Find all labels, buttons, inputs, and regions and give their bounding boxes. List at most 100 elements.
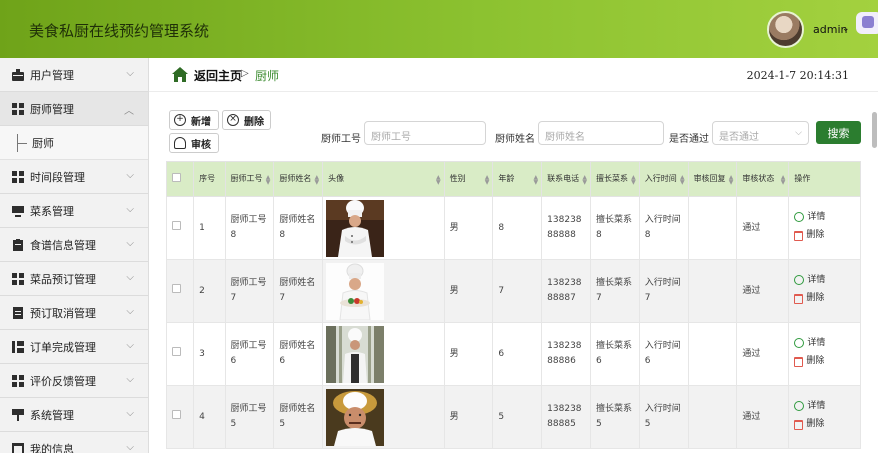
detail-button[interactable]: 详情 bbox=[794, 336, 825, 351]
sidebar-item-chef-management[interactable]: 厨师管理 ︿ bbox=[0, 92, 148, 126]
row-select-cell[interactable] bbox=[165, 322, 195, 386]
chevron-down-icon[interactable]: ⌄ bbox=[842, 24, 850, 34]
cell-start-time: 入行时间5 bbox=[638, 385, 689, 449]
column-header-sortable[interactable]: 擅长菜系 ▲ ▼ bbox=[589, 161, 640, 197]
chevron-down-icon: ⌵ bbox=[126, 340, 134, 351]
table-row[interactable]: 4 厨师工号5 厨师姓名5 男 5 13823888885 擅长菜系5 入行时间5 通过 详情 删除 bbox=[165, 385, 861, 449]
sidebar-item-system-management[interactable]: 系统管理 ⌵ bbox=[0, 398, 148, 432]
chef-name-input[interactable]: 厨师姓名 bbox=[538, 121, 664, 145]
sidebar-item-booking-management[interactable]: 菜品预订管理 ⌵ bbox=[0, 262, 148, 296]
sidebar-item-user-management[interactable]: 用户管理 ⌵ bbox=[0, 58, 148, 92]
row-checkbox[interactable] bbox=[172, 220, 181, 230]
cell-chef-no: 厨师工号6 bbox=[224, 322, 275, 386]
column-header-sortable[interactable]: 性别 ▲ ▼ bbox=[443, 161, 494, 197]
trash-icon bbox=[794, 419, 804, 430]
monitor-icon bbox=[12, 205, 24, 217]
row-select-cell[interactable] bbox=[165, 385, 195, 449]
chef-no-input[interactable]: 厨师工号 bbox=[364, 121, 486, 145]
briefcase-icon bbox=[12, 68, 24, 81]
cell-phone: 13823888885 bbox=[541, 385, 591, 449]
sort-icon[interactable]: ▲ ▼ bbox=[781, 175, 786, 186]
breadcrumb-home-link[interactable]: 返回主页 bbox=[194, 67, 242, 84]
detail-button[interactable]: 详情 bbox=[794, 273, 825, 288]
cell-cuisine: 擅长菜系5 bbox=[589, 385, 640, 449]
cell-phone: 13823888887 bbox=[541, 259, 591, 323]
column-header: 序号 bbox=[193, 161, 226, 197]
column-header-sortable[interactable]: 审核回复 ▲ ▼ bbox=[687, 161, 738, 197]
sort-icon[interactable]: ▲ ▼ bbox=[582, 175, 587, 186]
detail-button[interactable]: 详情 bbox=[794, 399, 825, 414]
row-delete-button[interactable]: 删除 bbox=[794, 354, 824, 369]
row-delete-button[interactable]: 删除 bbox=[794, 228, 824, 243]
review-button[interactable]: 审核 bbox=[169, 133, 219, 153]
chevron-down-icon: ⌵ bbox=[126, 170, 134, 181]
chevron-down-icon: ⌵ bbox=[126, 238, 134, 249]
table-header-row: 序号 厨师工号 ▲ ▼ 厨师姓名 ▲ ▼ 头像 ▲ ▼ 性别 ▲ ▼ 年龄 ▲ ▼ 联系电话 ▲ ▼ 擅… bbox=[165, 161, 861, 197]
cell-actions: 详情 删除 bbox=[788, 196, 861, 260]
table-row[interactable]: 2 厨师工号7 厨师姓名7 男 7 13823888887 擅长菜系7 入行时间7 通过 详情 删除 bbox=[165, 259, 861, 323]
cell-gender: 男 bbox=[443, 196, 494, 260]
sidebar-item-recipe-management[interactable]: 食谱信息管理 ⌵ bbox=[0, 228, 148, 262]
column-header-sortable[interactable]: 年龄 ▲ ▼ bbox=[492, 161, 543, 197]
cell-cuisine: 擅长菜系7 bbox=[589, 259, 640, 323]
detail-button[interactable]: 详情 bbox=[794, 210, 825, 225]
column-header-sortable[interactable]: 入行时间 ▲ ▼ bbox=[638, 161, 689, 197]
sidebar-item-order-completion-management[interactable]: 订单完成管理 ⌵ bbox=[0, 330, 148, 364]
cell-review-status: 通过 bbox=[736, 259, 790, 323]
cell-index: 1 bbox=[193, 196, 226, 260]
chef-avatar bbox=[326, 199, 385, 257]
approved-select[interactable]: 是否通过 ⌵ bbox=[712, 121, 809, 145]
row-select-cell[interactable] bbox=[165, 259, 195, 323]
home-icon[interactable] bbox=[172, 67, 188, 82]
scrollbar[interactable] bbox=[872, 112, 877, 148]
sort-icon[interactable]: ▲ ▼ bbox=[485, 175, 490, 186]
chef-table: 序号 厨师工号 ▲ ▼ 厨师姓名 ▲ ▼ 头像 ▲ ▼ 性别 ▲ ▼ 年龄 ▲ ▼ 联系电话 ▲ ▼ 擅… bbox=[165, 161, 861, 449]
columns-icon bbox=[12, 340, 24, 353]
chevron-down-icon: ⌵ bbox=[126, 408, 134, 419]
search-button[interactable]: 搜索 bbox=[816, 121, 861, 144]
sidebar-item-feedback-management[interactable]: 评价反馈管理 ⌵ bbox=[0, 364, 148, 398]
column-header-sortable[interactable]: 头像 ▲ ▼ bbox=[322, 161, 445, 197]
sidebar-subitem-chef[interactable]: 厨师 bbox=[0, 126, 148, 160]
table-row[interactable]: 3 厨师工号6 厨师姓名6 男 6 13823888886 擅长菜系6 入行时间6 通过 详情 删除 bbox=[165, 322, 861, 386]
sidebar-item-cancellation-management[interactable]: 预订取消管理 ⌵ bbox=[0, 296, 148, 330]
sidebar-item-my-info[interactable]: 我的信息 ⌵ bbox=[0, 432, 148, 453]
cell-phone: 13823888888 bbox=[541, 196, 591, 260]
row-delete-button[interactable]: 删除 bbox=[794, 291, 824, 306]
grid-icon bbox=[12, 272, 24, 285]
cell-review-reply bbox=[687, 259, 738, 323]
cell-age: 6 bbox=[492, 322, 543, 386]
sort-icon[interactable]: ▲ ▼ bbox=[266, 175, 271, 186]
document-icon bbox=[12, 306, 24, 319]
sort-icon[interactable]: ▲ ▼ bbox=[534, 175, 539, 186]
delete-button[interactable]: × 删除 bbox=[222, 110, 271, 130]
sidebar-item-cuisine-management[interactable]: 菜系管理 ⌵ bbox=[0, 194, 148, 228]
row-checkbox[interactable] bbox=[172, 283, 181, 293]
table-row[interactable]: 1 厨师工号8 厨师姓名8 男 8 13823888888 擅长菜系8 入行时间8 通过 详情 删除 bbox=[165, 196, 861, 260]
cell-avatar bbox=[322, 196, 445, 260]
sort-icon[interactable]: ▲ ▼ bbox=[680, 175, 685, 186]
row-checkbox[interactable] bbox=[172, 346, 181, 356]
add-button[interactable]: + 新增 bbox=[169, 110, 219, 130]
sidebar-item-time-slot-management[interactable]: 时间段管理 ⌵ bbox=[0, 160, 148, 194]
theme-icon[interactable] bbox=[856, 12, 878, 34]
cell-chef-no: 厨师工号7 bbox=[224, 259, 275, 323]
cell-review-status: 通过 bbox=[736, 196, 790, 260]
sort-icon[interactable]: ▲ ▼ bbox=[315, 175, 320, 186]
sort-icon[interactable]: ▲ ▼ bbox=[631, 175, 636, 186]
column-header-sortable[interactable]: 厨师工号 ▲ ▼ bbox=[224, 161, 275, 197]
select-all-cell[interactable] bbox=[165, 161, 195, 197]
column-header-sortable[interactable]: 审核状态 ▲ ▼ bbox=[736, 161, 790, 197]
select-all-checkbox[interactable] bbox=[172, 172, 181, 182]
sort-icon[interactable]: ▲ ▼ bbox=[436, 175, 441, 186]
row-checkbox[interactable] bbox=[172, 409, 181, 419]
user-avatar[interactable] bbox=[767, 11, 804, 48]
row-select-cell[interactable] bbox=[165, 196, 195, 260]
breadcrumb-current: 厨师 bbox=[255, 69, 280, 83]
column-header-sortable[interactable]: 厨师姓名 ▲ ▼ bbox=[273, 161, 324, 197]
sort-icon[interactable]: ▲ ▼ bbox=[729, 175, 734, 186]
column-header-sortable[interactable]: 联系电话 ▲ ▼ bbox=[541, 161, 591, 197]
cell-chef-no: 厨师工号8 bbox=[224, 196, 275, 260]
row-delete-button[interactable]: 删除 bbox=[794, 417, 824, 432]
grid-icon bbox=[12, 170, 24, 183]
